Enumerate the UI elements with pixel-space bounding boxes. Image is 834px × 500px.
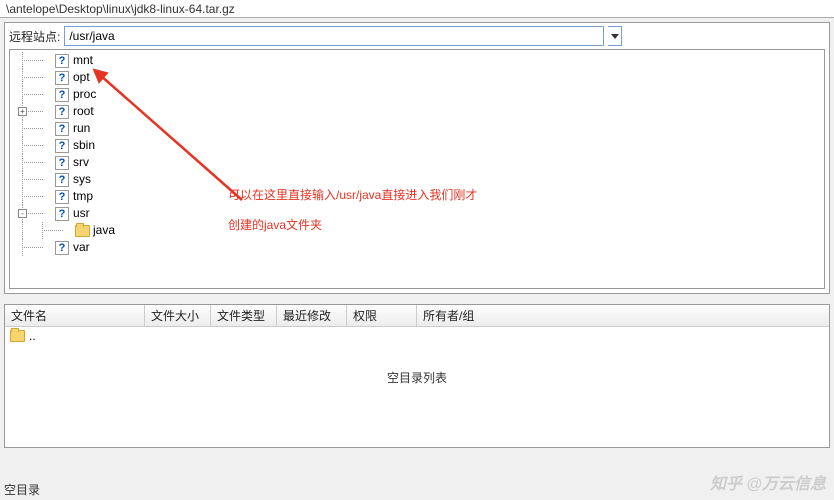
unknown-folder-icon: ? [54,173,70,187]
column-filetype[interactable]: 文件类型 [211,305,277,326]
tree-node-sys[interactable]: ?sys [10,171,824,188]
tree-node-var[interactable]: ?var [10,239,824,256]
parent-dir-label: .. [29,329,36,343]
status-bar: 空目录 [4,481,40,498]
tree-node-label: sys [70,171,91,188]
local-path-bar: \antelope\Desktop\linux\jdk8-linux-64.ta… [0,0,834,18]
tree-node-label: run [70,120,90,137]
tree-node-label: srv [70,154,89,171]
tree-node-run[interactable]: ?run [10,120,824,137]
tree-node-label: mnt [70,52,93,69]
chevron-down-icon [611,34,619,39]
tree-node-label: sbin [70,137,95,154]
file-list-panel: 文件名 文件大小 文件类型 最近修改 权限 所有者/组 .. 空目录列表 [4,304,830,448]
tree-node-root[interactable]: +?root [10,103,824,120]
tree-node-sbin[interactable]: ?sbin [10,137,824,154]
unknown-folder-icon: ? [54,105,70,119]
tree-node-usr[interactable]: -?usr [10,205,824,222]
unknown-folder-icon: ? [54,71,70,85]
watermark: 知乎 @万云信息 [710,470,826,494]
empty-directory-message: 空目录列表 [5,345,829,410]
tree-node-label: proc [70,86,96,103]
collapse-icon[interactable]: - [18,209,27,218]
tree-node-label: opt [70,69,90,86]
tree-node-java[interactable]: java [10,222,824,239]
unknown-folder-icon: ? [54,207,70,221]
path-dropdown-button[interactable] [608,26,622,46]
unknown-folder-icon: ? [54,88,70,102]
tree-node-proc[interactable]: ?proc [10,86,824,103]
tree-node-opt[interactable]: ?opt [10,69,824,86]
remote-path-row: 远程站点: [5,23,829,49]
unknown-folder-icon: ? [54,139,70,153]
column-permissions[interactable]: 权限 [347,305,417,326]
column-modified[interactable]: 最近修改 [277,305,347,326]
unknown-folder-icon: ? [54,190,70,204]
column-filesize[interactable]: 文件大小 [145,305,211,326]
tree-node-srv[interactable]: ?srv [10,154,824,171]
tree-node-label: var [70,239,90,256]
column-filename[interactable]: 文件名 [5,305,145,326]
directory-tree[interactable]: ?mnt?opt?proc+?root?run?sbin?srv?sys?tmp… [9,49,825,289]
remote-path-input[interactable] [64,26,604,46]
remote-site-label: 远程站点: [9,28,60,45]
column-owner[interactable]: 所有者/组 [417,305,497,326]
folder-icon [9,329,25,343]
unknown-folder-icon: ? [54,122,70,136]
unknown-folder-icon: ? [54,156,70,170]
tree-node-mnt[interactable]: ?mnt [10,52,824,69]
file-list-header: 文件名 文件大小 文件类型 最近修改 权限 所有者/组 [5,305,829,327]
file-list-body[interactable]: .. 空目录列表 [5,327,829,447]
tree-node-label: root [70,103,94,120]
parent-directory-row[interactable]: .. [5,327,829,345]
tree-node-label: usr [70,205,90,222]
tree-node-label: tmp [70,188,93,205]
tree-node-tmp[interactable]: ?tmp [10,188,824,205]
unknown-folder-icon: ? [54,54,70,68]
remote-panel: 远程站点: ?mnt?opt?proc+?root?run?sbin?srv?s… [4,22,830,294]
expand-icon[interactable]: + [18,107,27,116]
tree-node-label: java [90,222,115,239]
unknown-folder-icon: ? [54,241,70,255]
folder-icon [74,224,90,238]
